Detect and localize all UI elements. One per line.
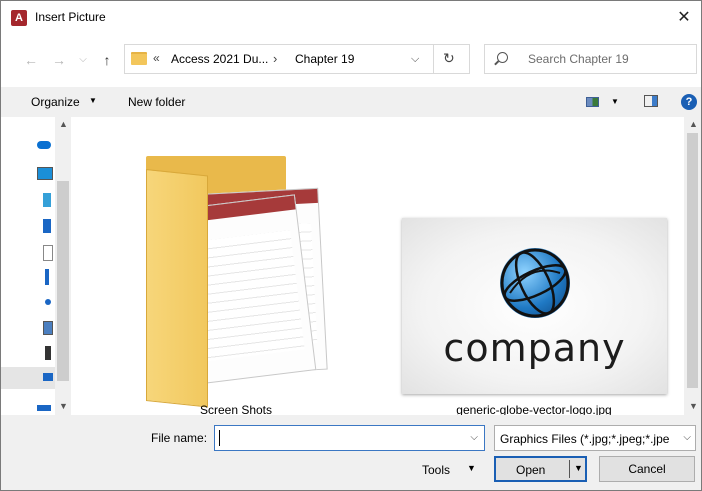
chevron-down-icon[interactable]: ⌵ <box>470 432 478 443</box>
scroll-up-icon[interactable]: ▲ <box>59 119 68 129</box>
open-button[interactable]: Open ▼ <box>494 456 587 482</box>
close-icon[interactable]: ✕ <box>671 5 697 31</box>
scroll-down-icon[interactable]: ▼ <box>59 401 68 411</box>
file-type-value: Graphics Files (*.jpg;*.jpeg;*.jpe <box>500 432 670 446</box>
network-icon[interactable] <box>37 405 51 411</box>
divider <box>433 45 434 73</box>
this-pc-icon[interactable] <box>37 167 53 180</box>
caret-down-icon[interactable]: ▼ <box>467 463 476 473</box>
recent-locations-icon[interactable]: ⌵ <box>75 50 91 70</box>
help-icon[interactable]: ? <box>681 94 697 110</box>
downloads-icon[interactable] <box>45 269 49 285</box>
search-icon <box>497 52 508 63</box>
nav-scrollbar-thumb[interactable] <box>57 181 69 381</box>
search-placeholder: Search Chapter 19 <box>528 52 629 66</box>
local-disk-icon[interactable] <box>43 373 53 381</box>
desktop-icon[interactable] <box>43 219 51 233</box>
globe-icon <box>500 248 570 318</box>
insert-picture-dialog: A Insert Picture ✕ ← → ⌵ ↑ « Access 2021… <box>0 0 702 491</box>
breadcrumb-chapter-19[interactable]: Chapter 19 <box>295 52 354 66</box>
refresh-icon[interactable]: ↻ <box>443 50 455 67</box>
tools-button[interactable]: Tools <box>422 463 450 477</box>
change-view-icon[interactable] <box>586 97 599 107</box>
back-arrow-icon[interactable]: ← <box>23 50 39 70</box>
chevron-right-icon[interactable]: › <box>273 51 277 66</box>
open-label: Open <box>516 463 546 477</box>
up-arrow-icon[interactable]: ↑ <box>99 50 115 70</box>
command-bar: Organize ▼ New folder ▼ ? <box>1 87 701 117</box>
music-icon[interactable] <box>45 299 51 305</box>
new-folder-button[interactable]: New folder <box>128 95 185 109</box>
search-box[interactable]: Search Chapter 19 <box>484 44 697 74</box>
caret-down-icon[interactable]: ▼ <box>574 463 583 473</box>
window-title: Insert Picture <box>35 10 106 24</box>
preview-pane-icon[interactable] <box>644 95 658 107</box>
content-scrollbar-thumb[interactable] <box>687 133 698 388</box>
scroll-down-icon[interactable]: ▼ <box>689 401 698 411</box>
title-bar: A Insert Picture ✕ <box>1 1 701 35</box>
text-caret <box>219 430 220 446</box>
cancel-button[interactable]: Cancel <box>599 456 695 482</box>
chevron-down-icon[interactable]: ⌵ <box>683 432 691 443</box>
address-bar[interactable]: « Access 2021 Du... › Chapter 19 ⌵ ↻ <box>124 44 470 74</box>
organize-button[interactable]: Organize <box>31 95 80 109</box>
access-app-icon: A <box>11 10 27 26</box>
documents-icon[interactable] <box>43 245 53 261</box>
caret-down-icon[interactable]: ▼ <box>611 97 619 106</box>
breadcrumb-overflow[interactable]: « <box>153 51 160 65</box>
folder-icon <box>131 52 147 65</box>
image-thumbnail: company <box>402 218 667 394</box>
folder-icon <box>146 169 208 408</box>
caret-down-icon[interactable]: ▼ <box>89 96 97 105</box>
chevron-down-icon[interactable]: ⌵ <box>411 53 419 66</box>
scroll-up-icon[interactable]: ▲ <box>689 119 698 129</box>
breadcrumb-access-2021[interactable]: Access 2021 Du... <box>171 52 268 66</box>
logo-text: company <box>443 326 626 370</box>
file-name-input[interactable]: ⌵ <box>214 425 485 451</box>
file-type-select[interactable]: Graphics Files (*.jpg;*.jpeg;*.jpe ⌵ <box>494 425 696 451</box>
onedrive-icon[interactable] <box>37 141 51 149</box>
divider <box>569 460 570 478</box>
forward-arrow-icon[interactable]: → <box>51 50 67 70</box>
pictures-icon[interactable] <box>43 321 53 335</box>
file-name-label: File name: <box>151 431 208 445</box>
3d-objects-icon[interactable] <box>43 193 51 207</box>
videos-icon[interactable] <box>45 346 51 360</box>
